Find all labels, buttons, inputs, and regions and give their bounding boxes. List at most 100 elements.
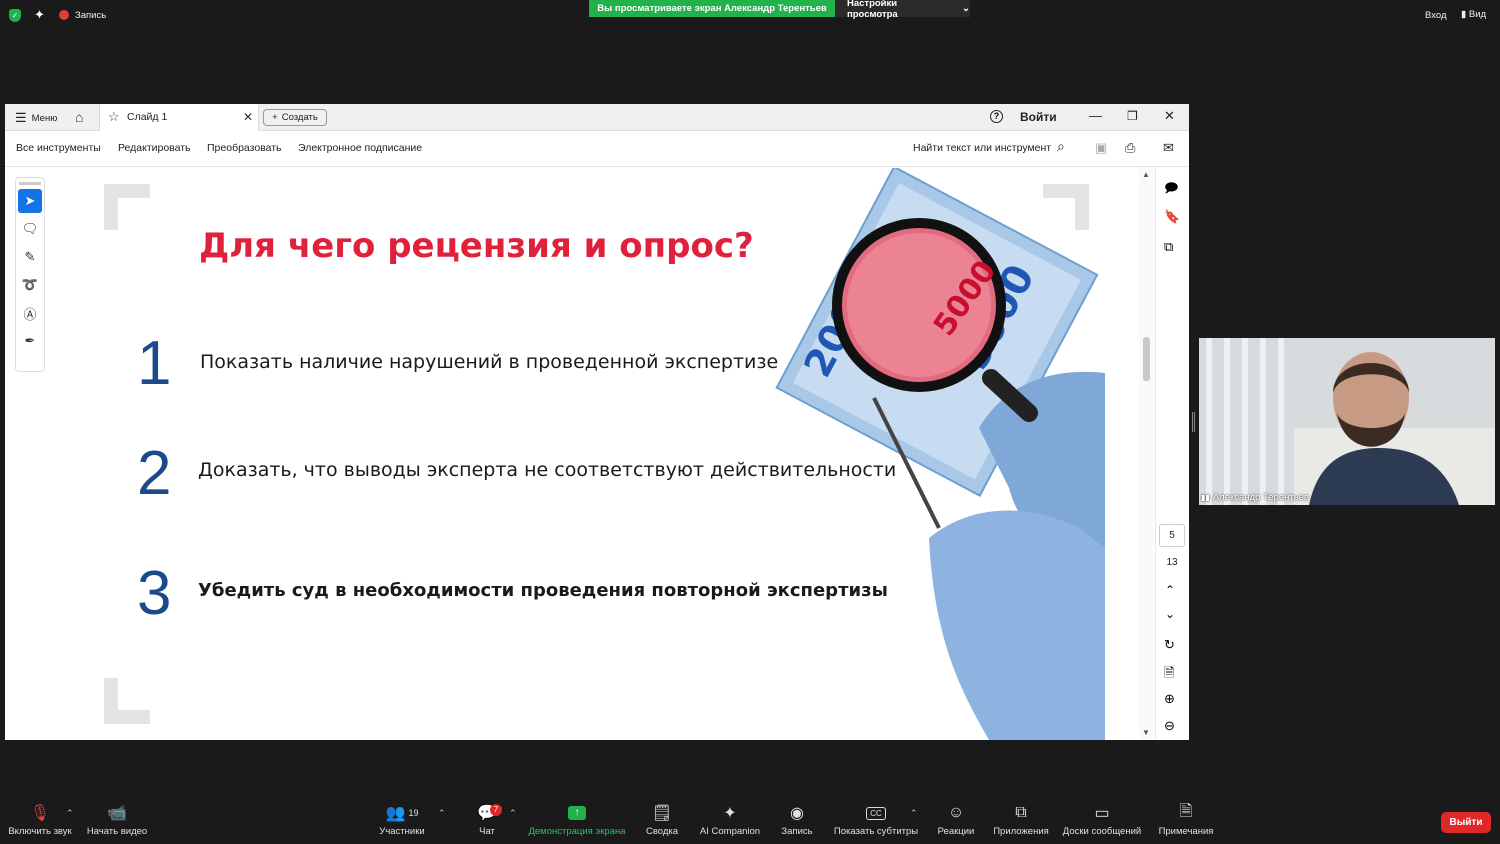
tab-label: Слайд 1	[127, 111, 168, 123]
corner-bracket-tl	[104, 184, 150, 230]
unmute-label: Включить звук	[8, 826, 72, 837]
text-box-icon[interactable]: Ⓐ	[18, 301, 42, 325]
left-hand-shape	[929, 510, 1105, 740]
draw-lasso-icon[interactable]: ➰	[18, 273, 42, 297]
pages-icon[interactable]: ⧉	[1164, 239, 1173, 255]
sign-icon[interactable]: ✒	[18, 329, 42, 353]
start-video-label: Начать видео	[86, 826, 148, 837]
scroll-down-icon[interactable]: ▼	[1142, 728, 1150, 737]
zoom-in-icon[interactable]: ⊕	[1164, 691, 1175, 707]
whiteboards-button[interactable]: ▭ Доски сообщений	[1061, 800, 1143, 837]
participants-count: 19	[408, 808, 419, 818]
save-icon[interactable]: ▣	[1095, 140, 1107, 156]
mail-icon[interactable]: ✉	[1163, 140, 1174, 156]
page-total: 13	[1166, 557, 1178, 568]
chat-label: Чат	[479, 826, 495, 837]
help-icon[interactable]: ?	[990, 110, 1003, 123]
slide-canvas: 5000 200 5000 Для чего рецензия и опрос?…	[89, 168, 1105, 740]
view-settings-button[interactable]: Настройки просмотра ⌄	[835, 0, 970, 20]
menu-edit[interactable]: Редактировать	[118, 142, 191, 154]
menu-esign[interactable]: Электронное подписание	[298, 142, 422, 154]
leave-button[interactable]: Выйти	[1441, 812, 1491, 833]
captions-chevron-icon[interactable]: ⌃	[910, 808, 918, 819]
summary-button[interactable]: 🗒 Сводка	[644, 800, 680, 837]
reactions-label: Реакции	[937, 826, 975, 837]
close-window-icon[interactable]: ✕	[1164, 108, 1175, 124]
signin-button[interactable]: Войти	[1020, 110, 1057, 124]
minimize-icon[interactable]: —	[1089, 108, 1102, 123]
participants-button[interactable]: 👥 19 Участники	[377, 800, 427, 837]
mic-muted-icon: 🎙	[29, 805, 51, 822]
signin-label[interactable]: Вход	[1425, 10, 1447, 21]
ai-companion-button[interactable]: ✦ AI Companion	[698, 800, 762, 837]
point-text-3: Убедить суд в необходимости проведения п…	[198, 580, 888, 601]
start-video-button[interactable]: 📹 Начать видео	[86, 800, 148, 837]
highlight-pen-icon[interactable]: ✎	[18, 245, 42, 269]
participant-video-tile[interactable]: ▮▮ Александр Терентьев	[1199, 338, 1495, 505]
point-text-1: Показать наличие нарушений в проведенной…	[200, 351, 779, 373]
menu-button[interactable]: ☰ Меню	[15, 110, 57, 126]
record-icon: ◉	[790, 805, 804, 822]
whiteboards-label: Доски сообщений	[1062, 826, 1142, 837]
notes-button[interactable]: 🗎 Примечания	[1157, 800, 1215, 838]
notes-label: Примечания	[1158, 826, 1214, 837]
view-button[interactable]: ▮ Вид	[1461, 9, 1486, 20]
ai-companion-label: AI Companion	[699, 826, 761, 837]
record-label[interactable]: Запись	[75, 10, 106, 21]
menu-all-tools[interactable]: Все инструменты	[16, 142, 101, 154]
point-text-2: Доказать, что выводы эксперта не соответ…	[198, 459, 897, 481]
whiteboard-icon: ▭	[1094, 805, 1110, 822]
view-label: Вид	[1468, 9, 1487, 20]
participants-label: Участники	[379, 826, 425, 837]
splitter-handle[interactable]	[1192, 412, 1195, 432]
create-button[interactable]: + Создать	[263, 109, 327, 126]
acrobat-menubar: Все инструменты Редактировать Преобразов…	[5, 131, 1189, 167]
audio-options-chevron-icon[interactable]: ⌃	[66, 808, 74, 819]
participants-chevron-icon[interactable]: ⌃	[438, 808, 446, 819]
participants-icon: 👥 19	[385, 805, 419, 822]
video-frame	[1199, 338, 1495, 505]
record-dot-icon	[59, 10, 69, 20]
sparkle-icon[interactable]: ✦	[34, 7, 45, 23]
comments-icon[interactable]: 🗩	[1164, 179, 1178, 201]
scroll-up-icon[interactable]: ▲	[1142, 170, 1150, 179]
shield-icon[interactable]: ✓	[9, 9, 21, 22]
apps-button[interactable]: ⧉ Приложения	[992, 800, 1050, 837]
zoom-out-icon[interactable]: ⊖	[1164, 718, 1175, 734]
home-icon[interactable]: ⌂	[75, 109, 83, 125]
menu-convert[interactable]: Преобразовать	[207, 142, 282, 154]
share-screen-button[interactable]: ↑ Демонстрация экрана	[527, 800, 627, 837]
print-icon[interactable]: ⎙	[1125, 140, 1135, 156]
search-icon[interactable]: ⌕	[1057, 138, 1065, 155]
rotate-icon[interactable]: ↻	[1164, 637, 1175, 653]
chevron-down-icon: ⌄	[962, 3, 970, 14]
chat-chevron-icon[interactable]: ⌃	[509, 808, 517, 819]
acrobat-titlebar: ☰ Меню ⌂ ☆ Слайд 1 ✕ + Создать ? Войти —…	[5, 104, 1189, 131]
bookmarks-icon[interactable]: 🔖	[1164, 209, 1180, 225]
restore-icon[interactable]: ❐	[1127, 109, 1138, 123]
hamburger-icon: ☰	[15, 110, 27, 125]
signal-bars-icon: ▮▮	[1201, 493, 1210, 502]
add-comment-icon[interactable]: 🗨	[18, 217, 42, 241]
captions-button[interactable]: CC Показать субтитры	[833, 800, 919, 837]
prev-page-icon[interactable]: ⌃	[1165, 583, 1175, 597]
search-tools-label[interactable]: Найти текст или инструмент	[913, 142, 1051, 154]
next-page-icon[interactable]: ⌄	[1165, 607, 1175, 621]
captions-icon: CC	[833, 800, 919, 826]
point-number-3: 3	[137, 559, 172, 628]
page-number-input[interactable]: 5	[1159, 524, 1185, 547]
vertical-scrollbar[interactable]: ▲ ▼	[1139, 167, 1153, 740]
reactions-button[interactable]: ☺ Реакции	[935, 800, 977, 837]
star-icon[interactable]: ☆	[108, 109, 120, 125]
scrollbar-thumb[interactable]	[1143, 337, 1150, 381]
record-button[interactable]: ◉ Запись	[779, 800, 815, 837]
camera-off-icon: 📹	[107, 805, 127, 822]
select-cursor-icon[interactable]: ➤	[18, 189, 42, 213]
summary-icon: 🗒	[651, 805, 673, 822]
illustration-magnifier: 5000 200 5000	[775, 168, 1105, 740]
tab-slide-1[interactable]: ☆ Слайд 1 ✕	[99, 104, 259, 131]
close-tab-icon[interactable]: ✕	[243, 110, 253, 124]
unmute-button[interactable]: 🎙 Включить звук	[6, 800, 74, 837]
sharing-banner: Вы просматриваете экран Александр Терент…	[589, 0, 835, 17]
page-settings-icon[interactable]: 🗎	[1164, 664, 1174, 686]
